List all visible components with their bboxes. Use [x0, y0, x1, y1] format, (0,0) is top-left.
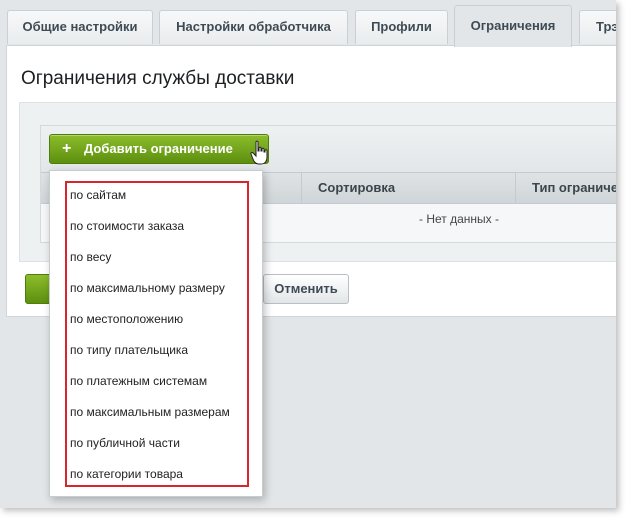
column-header-type[interactable]: Тип ограничен — [515, 173, 616, 203]
menu-item-location[interactable]: по местоположению — [70, 309, 183, 329]
menu-item-payment-systems[interactable]: по платежным системам — [70, 371, 207, 391]
add-restriction-button[interactable]: + Добавить ограничение — [49, 134, 269, 164]
plus-icon: + — [62, 140, 72, 157]
tab-bar: Общие настройки Настройки обработчика Пр… — [0, 0, 616, 47]
tab-restrictions[interactable]: Ограничения — [454, 5, 572, 47]
menu-item-product-category[interactable]: по категории товара — [70, 464, 183, 484]
tab-profiles[interactable]: Профили — [355, 10, 448, 44]
menu-item-max-size[interactable]: по максимальному размеру — [70, 278, 225, 298]
add-restriction-label: Добавить ограничение — [84, 141, 233, 156]
menu-item-public-part[interactable]: по публичной части — [70, 433, 180, 453]
tab-general-settings[interactable]: Общие настройки — [7, 10, 153, 44]
menu-item-sites[interactable]: по сайтам — [70, 185, 126, 205]
menu-item-max-dimensions[interactable]: по максимальным размерам — [70, 402, 230, 422]
tab-more[interactable]: Трэ — [579, 10, 616, 44]
page-title: Ограничения службы доставки — [21, 68, 295, 89]
grid-toolbar: + Добавить ограничение — [41, 126, 616, 172]
menu-item-payer-type[interactable]: по типу плательщика — [70, 340, 188, 360]
menu-item-order-cost[interactable]: по стоимости заказа — [70, 216, 184, 236]
column-header-sort[interactable]: Сортировка — [301, 173, 515, 203]
menu-item-weight[interactable]: по весу — [70, 247, 111, 267]
add-restriction-menu: по сайтам по стоимости заказа по весу по… — [49, 170, 263, 497]
tab-handler-settings[interactable]: Настройки обработчика — [159, 10, 348, 44]
cancel-button[interactable]: Отменить — [263, 274, 349, 304]
hand-cursor-icon — [250, 140, 268, 165]
